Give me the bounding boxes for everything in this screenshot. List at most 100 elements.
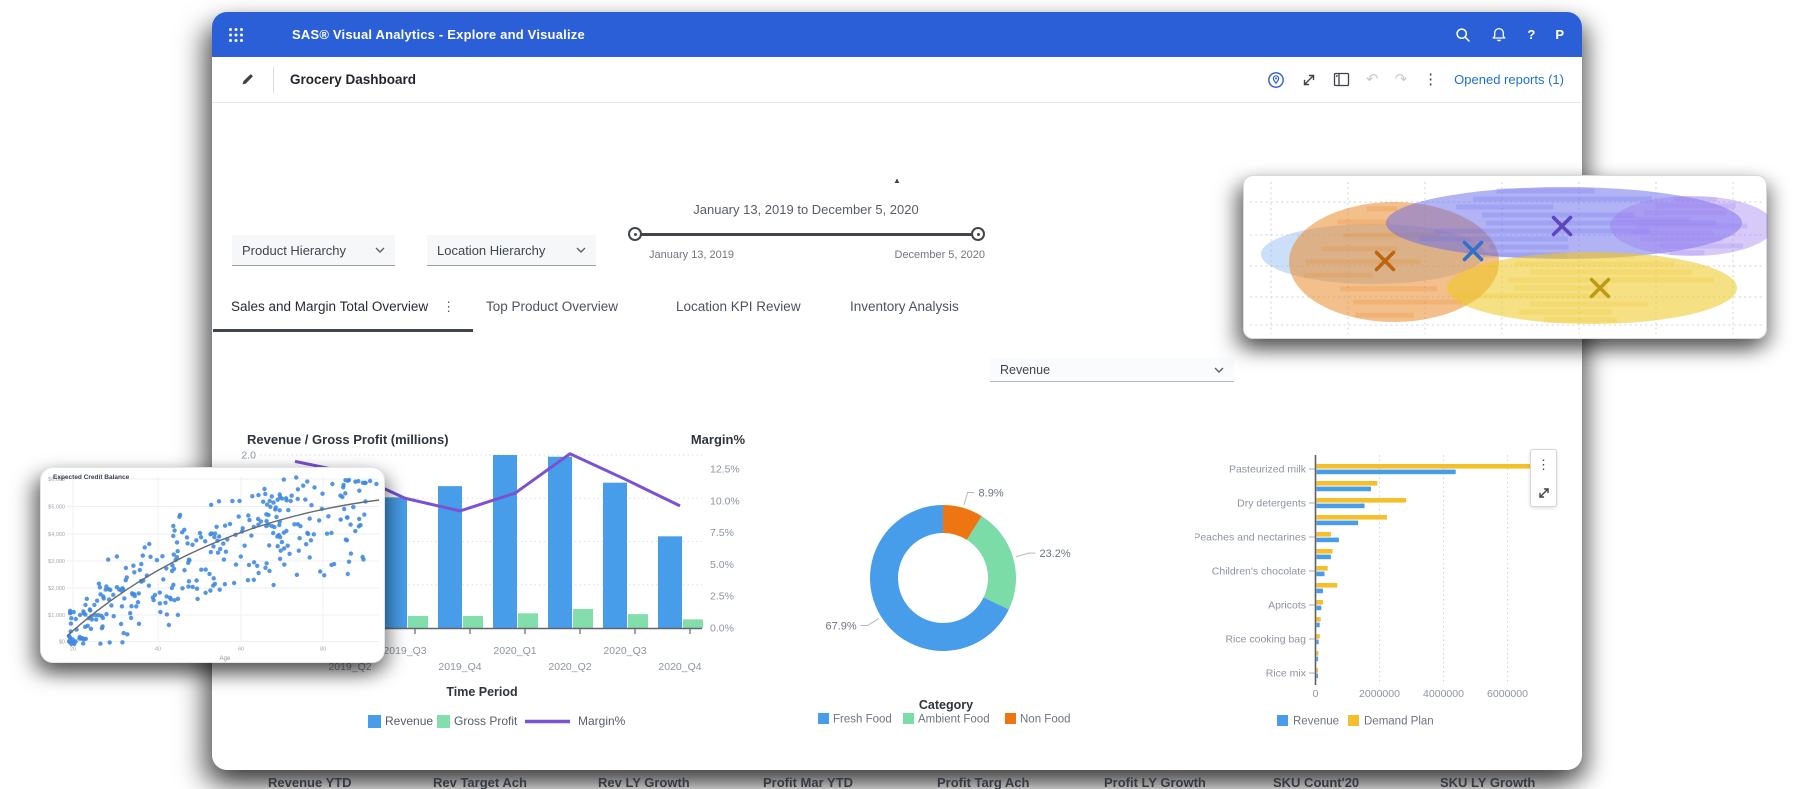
scatter-point[interactable] (81, 641, 86, 646)
scatter-point[interactable] (237, 498, 242, 504)
tab-top-product-overview[interactable]: Top Product Overview (486, 299, 618, 314)
bar[interactable] (463, 615, 483, 628)
scatter-point[interactable] (83, 602, 88, 608)
scatter-point[interactable] (296, 548, 301, 553)
scatter-point[interactable] (132, 570, 137, 575)
redo-icon[interactable]: ↷ (1395, 72, 1408, 87)
scatter-point[interactable] (338, 517, 343, 522)
slider-handle-end[interactable] (971, 227, 985, 241)
scatter-point[interactable] (256, 492, 261, 498)
revenue-bar[interactable] (1316, 571, 1325, 577)
scatter-point[interactable] (345, 571, 350, 577)
scatter-point[interactable] (208, 588, 213, 593)
scatter-point[interactable] (182, 568, 187, 573)
scatter-point[interactable] (367, 478, 373, 484)
scatter-point[interactable] (186, 584, 191, 589)
scatter-point[interactable] (281, 477, 286, 482)
bar[interactable] (573, 608, 593, 628)
measure-select[interactable]: Revenue (990, 358, 1234, 382)
scatter-point[interactable] (203, 590, 208, 595)
scatter-point[interactable] (166, 622, 172, 628)
scatter-point[interactable] (108, 587, 113, 593)
scatter-point[interactable] (94, 598, 100, 603)
scatter-point[interactable] (185, 541, 190, 546)
scatter-point[interactable] (122, 596, 127, 601)
scatter-point[interactable] (356, 524, 362, 529)
bar[interactable] (658, 536, 682, 628)
panel-layout-icon[interactable] (1333, 72, 1350, 87)
scatter-point[interactable] (307, 516, 312, 521)
scatter-point[interactable] (251, 577, 256, 582)
scatter-point[interactable] (135, 600, 141, 605)
scatter-point[interactable] (198, 535, 204, 540)
scatter-point[interactable] (345, 515, 350, 520)
scatter-point[interactable] (84, 596, 89, 601)
scatter-point[interactable] (106, 557, 111, 562)
scatter-point[interactable] (277, 492, 282, 497)
revenue-bar[interactable] (1316, 622, 1320, 628)
scatter-point[interactable] (348, 522, 353, 527)
bar[interactable] (383, 497, 407, 628)
scatter-point[interactable] (81, 611, 87, 616)
maximize-icon[interactable] (1301, 72, 1317, 88)
scatter-point[interactable] (111, 592, 116, 597)
scatter-point[interactable] (288, 498, 293, 504)
scatter-point[interactable] (294, 475, 299, 480)
scatter-point[interactable] (279, 539, 285, 545)
scatter-point[interactable] (274, 514, 279, 520)
scatter-point[interactable] (238, 554, 243, 559)
scatter-point[interactable] (247, 517, 252, 523)
scatter-point[interactable] (119, 604, 125, 609)
bar[interactable] (518, 613, 538, 628)
scatter-point[interactable] (190, 542, 195, 547)
location-hierarchy-select[interactable]: Location Hierarchy (427, 235, 596, 266)
scatter-point[interactable] (212, 531, 218, 536)
bar[interactable] (628, 614, 648, 628)
scatter-point[interactable] (263, 491, 268, 497)
scatter-point[interactable] (124, 575, 129, 580)
scatter-point[interactable] (120, 640, 125, 645)
scatter-point[interactable] (353, 528, 358, 534)
expected-credit-balance-scatter[interactable]: $6,000$5,000$4,000$3,000$2,000$1,000$020… (41, 468, 386, 664)
revenue-bar[interactable] (1316, 520, 1359, 526)
scatter-point[interactable] (136, 591, 141, 596)
scatter-point[interactable] (277, 556, 283, 561)
scatter-point[interactable] (109, 603, 114, 608)
scatter-point[interactable] (303, 497, 308, 502)
scatter-point[interactable] (130, 592, 135, 597)
scatter-point[interactable] (301, 483, 306, 488)
scatter-point[interactable] (212, 581, 218, 587)
scatter-point[interactable] (171, 533, 176, 539)
scatter-point[interactable] (255, 563, 260, 568)
revenue-bar[interactable] (1316, 554, 1331, 560)
scatter-point[interactable] (295, 487, 301, 492)
scatter-point[interactable] (217, 587, 222, 592)
scatter-point[interactable] (240, 526, 245, 531)
edit-pencil-icon[interactable] (240, 72, 255, 87)
scatter-point[interactable] (194, 578, 199, 583)
scatter-point[interactable] (264, 502, 270, 507)
scatter-point[interactable] (318, 569, 323, 574)
scatter-point[interactable] (147, 541, 152, 547)
caret-up-icon[interactable]: ▲ (893, 176, 901, 185)
scatter-point[interactable] (207, 571, 212, 577)
scatter-point[interactable] (305, 530, 310, 536)
scatter-point[interactable] (363, 480, 368, 485)
scatter-point[interactable] (80, 636, 85, 641)
category-donut-chart[interactable]: 8.9% 23.2% 67.9% Category Fresh Food Ambient … (802, 433, 1112, 733)
scatter-point[interactable] (271, 582, 276, 588)
scatter-point[interactable] (287, 551, 292, 556)
scatter-point[interactable] (269, 494, 274, 499)
scatter-point[interactable] (360, 554, 365, 560)
scatter-point[interactable] (261, 499, 266, 504)
scatter-point[interactable] (246, 513, 251, 518)
scatter-point[interactable] (171, 582, 176, 587)
scatter-point[interactable] (273, 505, 278, 510)
scatter-point[interactable] (304, 542, 309, 547)
revenue-bar[interactable] (1316, 537, 1339, 543)
scatter-point[interactable] (208, 532, 213, 537)
cluster-plot-window[interactable] (1243, 175, 1774, 339)
revenue-bar[interactable] (1316, 656, 1319, 662)
demand-plan-bar[interactable] (1316, 498, 1407, 503)
app-switcher-icon[interactable] (228, 27, 244, 43)
